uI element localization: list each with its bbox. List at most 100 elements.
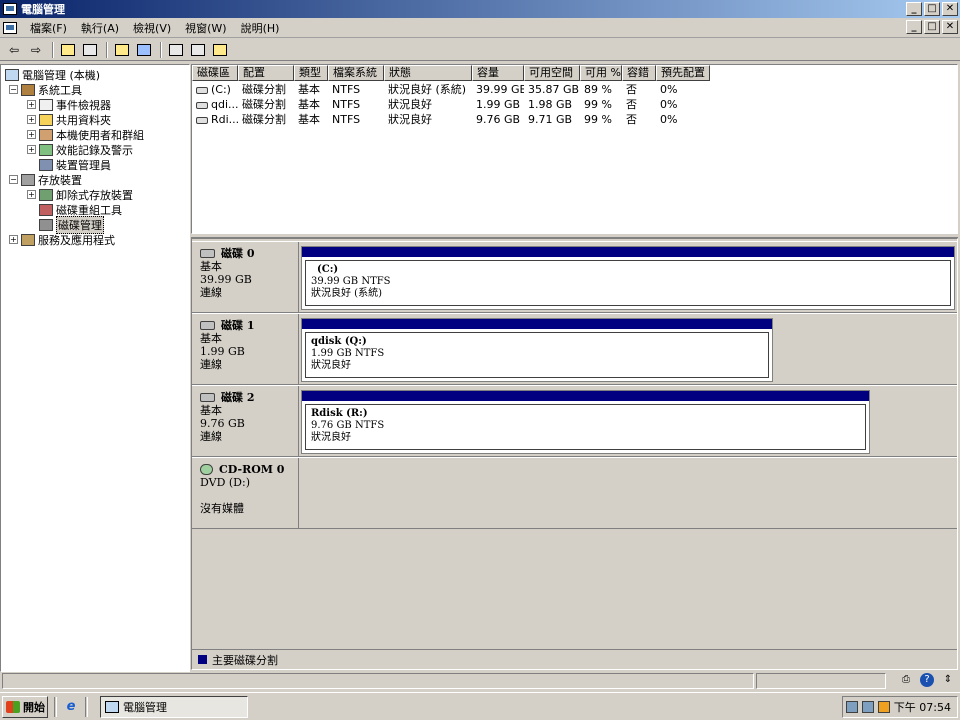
tree-item-root[interactable]: 電腦管理 (本機) [5, 67, 100, 82]
tree-item-services[interactable]: + 服務及應用程式 [9, 232, 115, 247]
export-list-button[interactable] [134, 41, 154, 59]
disk-row-1[interactable]: 磁碟 1 基本 1.99 GB 連線 qdisk (Q:) 1.99 GB NT… [192, 313, 957, 385]
disk-name-text: 磁碟 1 [221, 319, 255, 332]
resize-grip-icon[interactable]: ⇕ [940, 673, 956, 687]
column-header-free-space[interactable]: 可用空間 [524, 65, 580, 81]
column-header-type[interactable]: 類型 [294, 65, 328, 81]
child-window-controls: _ □ ✕ [906, 20, 958, 34]
disk-size: 39.99 GB [200, 273, 252, 286]
tree-item-shared-folders[interactable]: + 共用資料夾 [27, 112, 111, 127]
tree-item-performance[interactable]: + 效能記錄及警示 [27, 142, 133, 157]
printer-icon[interactable]: ⎙ [898, 673, 914, 687]
internet-explorer-icon[interactable]: e [63, 699, 79, 715]
disk-info[interactable]: 磁碟 2 基本 9.76 GB 連線 [192, 386, 299, 456]
start-button[interactable]: 開始 [2, 695, 48, 718]
tree-item-disk-management[interactable]: 磁碟管理 [27, 215, 104, 234]
partition-c[interactable]: (C:) 39.99 GB NTFS 狀況良好 (系統) [301, 246, 955, 310]
column-header-layout[interactable]: 配置 [238, 65, 294, 81]
tree-item-device-manager[interactable]: 裝置管理員 [27, 157, 111, 172]
cdrom-info[interactable]: CD-ROM 0 DVD (D:) 沒有媒體 [192, 458, 299, 528]
partition-q[interactable]: qdisk (Q:) 1.99 GB NTFS 狀況良好 [301, 318, 773, 382]
cdrom-drive: DVD (D:) [200, 476, 250, 489]
removable-storage-icon [39, 188, 53, 201]
tree-item-system-tools[interactable]: − 系統工具 [9, 82, 82, 97]
help-circle-icon[interactable]: ? [920, 673, 934, 687]
tree-label: 卸除式存放裝置 [56, 188, 133, 202]
disk-type: 基本 [200, 260, 222, 273]
menu-help[interactable]: 說明(H) [234, 20, 287, 36]
up-level-button[interactable] [58, 41, 78, 59]
back-button[interactable]: ⇦ [4, 41, 24, 59]
expand-toggle[interactable]: + [27, 130, 36, 139]
up-folder-icon [61, 43, 75, 56]
column-header-fault-tolerance[interactable]: 容錯 [622, 65, 656, 81]
partition-info: 1.99 GB NTFS [311, 348, 385, 359]
show-hide-tree-button[interactable] [80, 41, 100, 59]
child-close-button[interactable]: ✕ [942, 20, 958, 34]
column-header-free-percent[interactable]: 可用 % [580, 65, 622, 81]
cell-fault-tolerance: 否 [626, 113, 637, 126]
table-row[interactable]: qdi... 磁碟分割 基本 NTFS 狀況良好 1.99 GB 1.98 GB… [192, 97, 710, 112]
column-header-filesystem[interactable]: 檔案系統 [328, 65, 384, 81]
maximize-button[interactable]: □ [924, 2, 940, 16]
folder-icon [39, 113, 53, 126]
column-header-overhead[interactable]: 預先配置 [656, 65, 710, 81]
tree-item-storage[interactable]: − 存放裝置 [9, 172, 82, 187]
forward-button[interactable]: ⇨ [26, 41, 46, 59]
computer-icon [5, 68, 19, 81]
system-tray: 下午 07:54 [842, 696, 958, 718]
collapse-toggle[interactable]: − [9, 85, 18, 94]
child-restore-button[interactable]: □ [924, 20, 940, 34]
properties-icon [191, 43, 205, 56]
defrag-icon [39, 203, 53, 216]
help-button[interactable] [112, 41, 132, 59]
close-button[interactable]: ✕ [942, 2, 958, 16]
taskbar-button-computer-management[interactable]: 電腦管理 [100, 695, 248, 718]
minimize-button[interactable]: _ [906, 2, 922, 16]
cell-type: 基本 [298, 113, 320, 126]
list-icon [137, 43, 151, 56]
cell-text: Rdi... [211, 113, 238, 126]
cell-filesystem: NTFS [332, 113, 361, 126]
partition-r[interactable]: Rdisk (R:) 9.76 GB NTFS 狀況良好 [301, 390, 870, 454]
menu-action[interactable]: 執行(A) [74, 20, 126, 36]
column-header-capacity[interactable]: 容量 [472, 65, 524, 81]
arrow-right-icon: ⇨ [30, 42, 42, 57]
cell-capacity: 1.99 GB [476, 98, 521, 111]
disk-row-2[interactable]: 磁碟 2 基本 9.76 GB 連線 Rdisk (R:) 9.76 GB NT… [192, 385, 957, 457]
cell-type: 基本 [298, 98, 320, 111]
tree-item-removable-storage[interactable]: + 卸除式存放裝置 [27, 187, 133, 202]
menu-file[interactable]: 檔案(F) [23, 20, 74, 36]
child-window-icon[interactable] [3, 21, 17, 34]
disk-row-0[interactable]: 磁碟 0 基本 39.99 GB 連線 (C:) 39.99 GB NTFS 狀… [192, 241, 957, 313]
network-icon[interactable] [845, 701, 858, 713]
expand-toggle[interactable]: + [27, 115, 36, 124]
disk-info[interactable]: 磁碟 0 基本 39.99 GB 連線 [192, 242, 299, 312]
child-minimize-button[interactable]: _ [906, 20, 922, 34]
disk-info[interactable]: 磁碟 1 基本 1.99 GB 連線 [192, 314, 299, 384]
cdrom-row[interactable]: CD-ROM 0 DVD (D:) 沒有媒體 [192, 457, 957, 529]
clock[interactable]: 下午 07:54 [894, 699, 951, 715]
menu-window[interactable]: 視窗(W) [178, 20, 233, 36]
expand-toggle[interactable]: + [27, 145, 36, 154]
properties-button[interactable] [188, 41, 208, 59]
hard-disk-icon [200, 321, 215, 330]
network-icon-2[interactable] [861, 701, 874, 713]
collapse-toggle[interactable]: − [9, 175, 18, 184]
table-row[interactable]: Rdi... 磁碟分割 基本 NTFS 狀況良好 9.76 GB 9.71 GB… [192, 112, 710, 127]
expand-toggle[interactable]: + [27, 190, 36, 199]
check-button[interactable] [210, 41, 230, 59]
tree-label: 系統工具 [38, 83, 82, 97]
partition-state: 狀況良好 [311, 432, 351, 443]
expand-toggle[interactable]: + [27, 100, 36, 109]
tree-item-event-viewer[interactable]: + 事件檢視器 [27, 97, 111, 112]
tree-item-local-users[interactable]: + 本機使用者和群組 [27, 127, 144, 142]
menu-view[interactable]: 檢視(V) [126, 20, 178, 36]
column-header-volume[interactable]: 磁碟區 [192, 65, 238, 81]
table-row[interactable]: (C:) 磁碟分割 基本 NTFS 狀況良好 (系統) 39.99 GB 35.… [192, 82, 710, 97]
column-header-status[interactable]: 狀態 [384, 65, 472, 81]
refresh-button[interactable] [166, 41, 186, 59]
security-alert-icon[interactable] [877, 701, 890, 713]
volume-icon [196, 86, 208, 94]
expand-toggle[interactable]: + [9, 235, 18, 244]
